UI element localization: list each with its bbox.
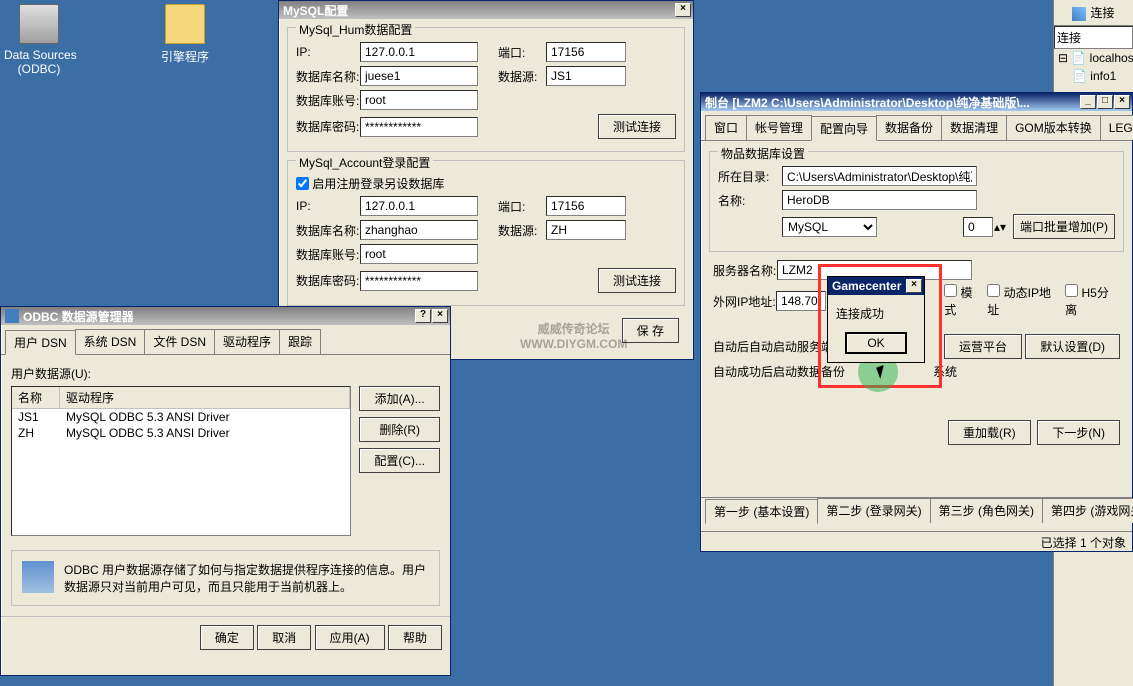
tab-gom[interactable]: GOM版本转换	[1006, 115, 1101, 140]
window-title: 制台 [LZM2 C:\Users\Administrator\Desktop\…	[705, 94, 1079, 111]
hum-pwd-input[interactable]	[360, 117, 478, 137]
delete-dsn-button[interactable]: 删除(R)	[359, 417, 440, 442]
control-panel-tabs: 窗口 帐号管理 配置向导 数据备份 数据清理 GOM版本转换 LEG版本	[701, 111, 1132, 141]
sidepanel-title: 连接	[1054, 26, 1133, 49]
tab-account-mgmt[interactable]: 帐号管理	[746, 115, 812, 140]
control-panel-titlebar[interactable]: 制台 [LZM2 C:\Users\Administrator\Desktop\…	[701, 93, 1132, 111]
odbc-desktop-icon[interactable]: Data Sources (ODBC)	[4, 4, 74, 76]
odbc-icon	[5, 309, 19, 323]
info-icon	[22, 561, 54, 593]
dbname-input[interactable]	[782, 190, 977, 210]
folder-icon	[165, 4, 205, 44]
window-title: ODBC 数据源管理器	[23, 308, 414, 325]
database-icon	[19, 4, 59, 44]
sidepanel-header: 连接	[1054, 0, 1133, 26]
mode-checkbox[interactable]: 模式	[944, 284, 984, 318]
hum-port-input[interactable]	[546, 42, 626, 62]
hum-test-button[interactable]: 测试连接	[598, 114, 676, 139]
tab-drivers[interactable]: 驱动程序	[214, 329, 280, 354]
acc-dbname-input[interactable]	[360, 220, 478, 240]
cancel-button[interactable]: 取消	[257, 625, 311, 650]
minimize-button[interactable]: _	[1080, 95, 1096, 109]
list-caption: 用户数据源(U):	[11, 365, 440, 382]
acc-ip-input[interactable]	[360, 196, 478, 216]
dialog-title: MySQL配置	[283, 2, 674, 19]
list-row[interactable]: JS1MySQL ODBC 5.3 ANSI Driver	[12, 409, 350, 425]
hum-dbname-input[interactable]	[360, 66, 478, 86]
tab-config-wizard[interactable]: 配置向导	[811, 116, 877, 141]
folder-desktop-icon[interactable]: 引擎程序	[150, 4, 220, 65]
help-button[interactable]: 帮助	[388, 625, 442, 650]
add-dsn-button[interactable]: 添加(A)...	[359, 386, 440, 411]
port-spinner[interactable]	[963, 217, 993, 237]
dsn-listview[interactable]: 名称 驱动程序 JS1MySQL ODBC 5.3 ANSI Driver ZH…	[11, 386, 351, 536]
tab-cleanup[interactable]: 数据清理	[941, 115, 1007, 140]
gamecenter-titlebar[interactable]: Gamecenter ×	[828, 277, 924, 295]
statusbar: 已选择 1 个对象	[701, 531, 1132, 551]
odbc-note: ODBC 用户数据源存储了如何与指定数据提供程序连接的信息。用户数据源只对当前用…	[64, 561, 429, 595]
close-button[interactable]: ×	[1114, 95, 1130, 109]
hum-legend: MySql_Hum数据配置	[296, 21, 415, 38]
tab-system-dsn[interactable]: 系统 DSN	[75, 329, 146, 354]
gamecenter-dialog: Gamecenter × 连接成功 OK	[827, 276, 925, 363]
tree-node-info[interactable]: 📄 info1	[1054, 67, 1133, 85]
success-message: 连接成功	[828, 295, 924, 328]
dialog-title: Gamecenter	[832, 279, 905, 293]
account-legend: MySql_Account登录配置	[296, 154, 433, 171]
acc-acct-input[interactable]	[360, 244, 478, 264]
acc-pwd-input[interactable]	[360, 271, 478, 291]
mysql-titlebar[interactable]: MySQL配置 ×	[279, 1, 693, 19]
list-row[interactable]: ZHMySQL ODBC 5.3 ANSI Driver	[12, 425, 350, 441]
reload-button[interactable]: 重加载(R)	[948, 420, 1031, 445]
close-button[interactable]: ×	[432, 309, 448, 323]
odbc-titlebar[interactable]: ODBC 数据源管理器 ? ×	[1, 307, 450, 325]
next-button[interactable]: 下一步(N)	[1037, 420, 1120, 445]
icon-label: Data Sources (ODBC)	[4, 48, 74, 76]
dbtype-select[interactable]: MySQL	[782, 217, 877, 237]
step2-tab[interactable]: 第二步 (登录网关)	[817, 498, 930, 523]
dynip-checkbox[interactable]: 动态IP地址	[987, 284, 1062, 318]
config-dsn-button[interactable]: 配置(C)...	[359, 448, 440, 473]
close-button[interactable]: ×	[675, 3, 691, 17]
acc-dsn-input[interactable]	[546, 220, 626, 240]
batch-port-button[interactable]: 端口批量增加(P)	[1013, 214, 1115, 239]
acc-port-input[interactable]	[546, 196, 626, 216]
tab-backup[interactable]: 数据备份	[876, 115, 942, 140]
step3-tab[interactable]: 第三步 (角色网关)	[930, 498, 1043, 523]
hum-dsn-input[interactable]	[546, 66, 626, 86]
save-button[interactable]: 保 存	[622, 318, 679, 343]
help-button[interactable]: ?	[415, 309, 431, 323]
apply-button[interactable]: 应用(A)	[315, 625, 385, 650]
platform-button[interactable]: 运营平台	[944, 334, 1022, 359]
tab-window[interactable]: 窗口	[705, 115, 747, 140]
h5-checkbox[interactable]: H5分离	[1065, 284, 1120, 318]
maximize-button[interactable]: □	[1097, 95, 1113, 109]
ok-button[interactable]: 确定	[200, 625, 254, 650]
close-button[interactable]: ×	[906, 279, 922, 293]
tab-leg[interactable]: LEG版本	[1100, 115, 1133, 140]
step4-tab[interactable]: 第四步 (游戏网关)	[1042, 498, 1133, 523]
tree-node-localhost[interactable]: ⊟ 📄 localhos	[1054, 49, 1133, 67]
dir-input[interactable]	[782, 166, 977, 186]
hum-ip-input[interactable]	[360, 42, 478, 62]
icon-label: 引擎程序	[150, 48, 220, 65]
tab-trace[interactable]: 跟踪	[279, 329, 321, 354]
odbc-manager-window: ODBC 数据源管理器 ? × 用户 DSN 系统 DSN 文件 DSN 驱动程…	[0, 306, 451, 676]
step1-tab[interactable]: 第一步 (基本设置)	[705, 499, 818, 524]
enable-separate-db-checkbox[interactable]: 启用注册登录另设数据库	[296, 175, 676, 192]
hum-acct-input[interactable]	[360, 90, 478, 110]
connection-icon	[1072, 7, 1086, 21]
itemdb-legend: 物品数据库设置	[718, 145, 808, 162]
ok-button[interactable]: OK	[845, 332, 906, 354]
tab-file-dsn[interactable]: 文件 DSN	[144, 329, 215, 354]
tab-user-dsn[interactable]: 用户 DSN	[5, 330, 76, 355]
default-settings-button[interactable]: 默认设置(D)	[1025, 334, 1120, 359]
acc-test-button[interactable]: 测试连接	[598, 268, 676, 293]
